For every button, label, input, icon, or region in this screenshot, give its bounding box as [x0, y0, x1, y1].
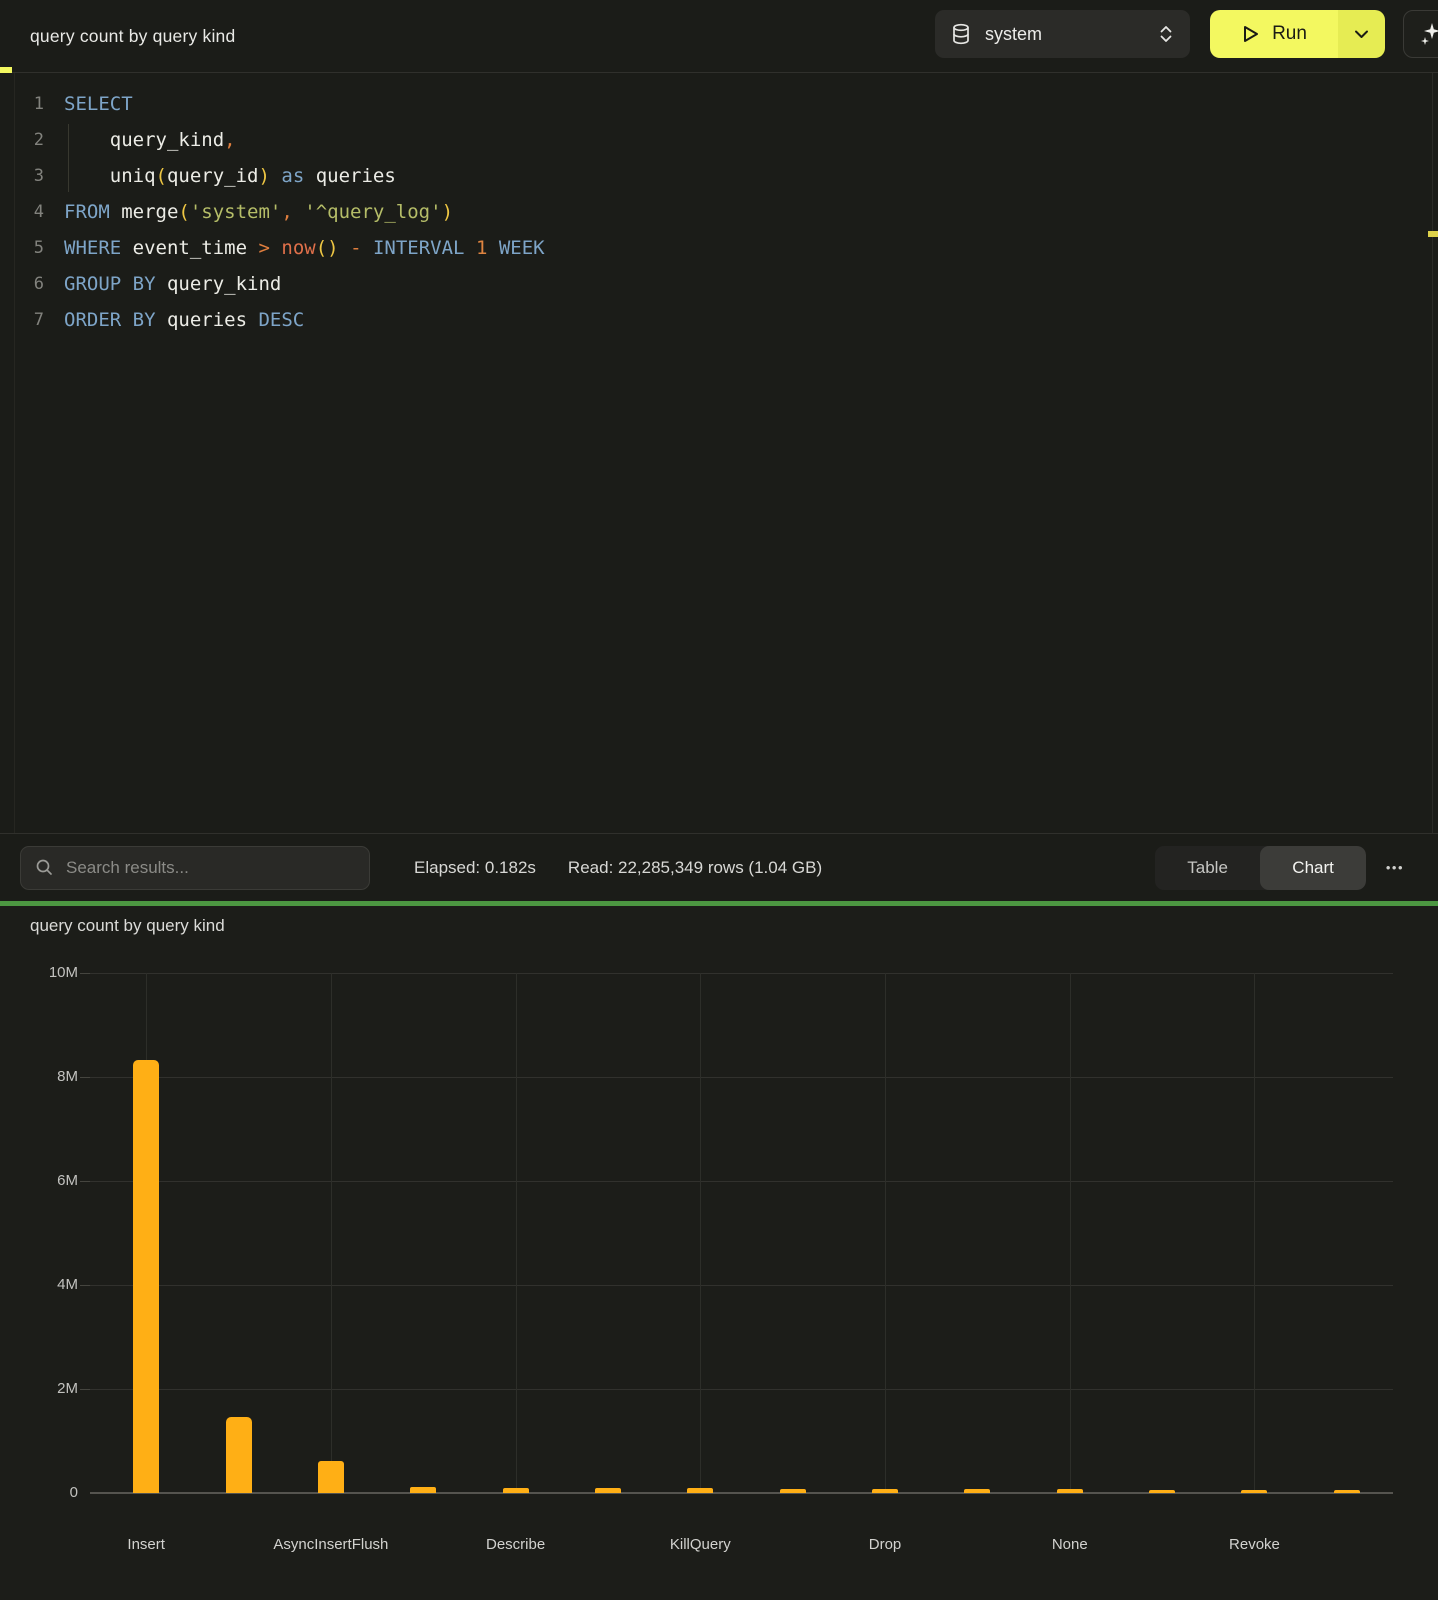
y-axis-label: 0	[0, 1484, 78, 1501]
code-line[interactable]: 6GROUP BY query_kind	[0, 266, 1438, 302]
x-axis-label: KillQuery	[615, 1536, 785, 1553]
code-line-text: FROM merge('system', '^query_log')	[44, 194, 453, 230]
run-button-main[interactable]: Run	[1210, 10, 1338, 58]
y-tick	[80, 973, 90, 974]
chart-title: query count by query kind	[30, 916, 225, 936]
bar-unlabeled[interactable]	[1149, 1490, 1175, 1493]
code-line-text: SELECT	[44, 86, 133, 122]
x-gridline	[1070, 973, 1071, 1493]
read-stat: Read: 22,285,349 rows (1.04 GB)	[568, 858, 822, 878]
bar-unlabeled[interactable]	[1334, 1490, 1360, 1493]
line-number: 7	[0, 302, 44, 338]
bar-Insert[interactable]	[133, 1060, 159, 1493]
bar-unlabeled[interactable]	[410, 1487, 436, 1493]
y-tick	[80, 1389, 90, 1390]
run-options-button[interactable]	[1338, 10, 1385, 58]
bar-Describe[interactable]	[503, 1488, 529, 1493]
code-line-text: query_kind,	[44, 122, 236, 158]
y-axis-label: 6M	[0, 1172, 78, 1189]
x-gridline	[885, 973, 886, 1493]
bar-None[interactable]	[1057, 1489, 1083, 1493]
x-axis-label: None	[985, 1536, 1155, 1553]
play-icon	[1241, 24, 1260, 44]
line-number: 4	[0, 194, 44, 230]
tab-chart[interactable]: Chart	[1260, 846, 1366, 890]
code-line[interactable]: 5WHERE event_time > now() - INTERVAL 1 W…	[0, 230, 1438, 266]
x-axis-label: AsyncInsertFlush	[246, 1536, 416, 1553]
y-gridline	[90, 1077, 1393, 1078]
x-axis-label: Revoke	[1169, 1536, 1339, 1553]
indent-guide	[68, 124, 69, 192]
code-line[interactable]: 1SELECT	[0, 86, 1438, 122]
bar-Revoke[interactable]	[1241, 1490, 1267, 1493]
active-tab-accent	[0, 67, 12, 73]
code-line[interactable]: 3 uniq(query_id) as queries	[0, 158, 1438, 194]
bar-unlabeled[interactable]	[964, 1489, 990, 1493]
x-axis-line	[90, 1492, 1393, 1494]
search-results-input[interactable]	[66, 858, 355, 878]
y-tick	[80, 1285, 90, 1286]
run-button-label: Run	[1272, 23, 1307, 45]
y-axis-label: 4M	[0, 1276, 78, 1293]
top-bar: query count by query kind system Run	[0, 0, 1438, 73]
line-number: 1	[0, 86, 44, 122]
code-lines: 1SELECT2 query_kind,3 uniq(query_id) as …	[0, 86, 1438, 338]
search-results-box[interactable]	[20, 846, 370, 890]
x-axis-label: Describe	[431, 1536, 601, 1553]
y-tick	[80, 1181, 90, 1182]
y-gridline	[90, 973, 1393, 974]
bar-unlabeled[interactable]	[595, 1488, 621, 1493]
run-button[interactable]: Run	[1210, 10, 1385, 58]
code-line-text: ORDER BY queries DESC	[44, 302, 304, 338]
line-number: 6	[0, 266, 44, 302]
sparkle-icon	[1418, 21, 1438, 47]
database-icon	[951, 23, 971, 45]
x-gridline	[700, 973, 701, 1493]
more-options-icon[interactable]: •••	[1386, 860, 1404, 875]
x-axis-label: Drop	[800, 1536, 970, 1553]
results-toolbar: Elapsed: 0.182s Read: 22,285,349 rows (1…	[0, 833, 1438, 901]
code-line[interactable]: 7ORDER BY queries DESC	[0, 302, 1438, 338]
chart-panel: query count by query kind 10M 8M 6M 4M 2M 0 In…	[0, 906, 1438, 1600]
sql-editor[interactable]: 1SELECT2 query_kind,3 uniq(query_id) as …	[0, 73, 1438, 833]
line-number: 2	[0, 122, 44, 158]
query-title: query count by query kind	[30, 0, 235, 72]
bar-unlabeled[interactable]	[780, 1489, 806, 1493]
bar-AsyncInsertFlush[interactable]	[318, 1461, 344, 1493]
editor-left-border	[14, 73, 15, 833]
search-icon	[35, 858, 54, 877]
bar-unlabeled[interactable]	[226, 1417, 252, 1493]
y-gridline	[90, 1389, 1393, 1390]
code-line[interactable]: 4FROM merge('system', '^query_log')	[0, 194, 1438, 230]
y-axis-label: 2M	[0, 1380, 78, 1397]
ai-assist-button[interactable]	[1403, 10, 1438, 58]
chevron-down-icon	[1354, 30, 1369, 39]
y-gridline	[90, 1181, 1393, 1182]
y-tick	[80, 1077, 90, 1078]
code-line-text: uniq(query_id) as queries	[44, 158, 396, 194]
y-gridline	[90, 1285, 1393, 1286]
y-axis-label: 8M	[0, 1068, 78, 1085]
line-number: 3	[0, 158, 44, 194]
x-gridline	[1254, 973, 1255, 1493]
view-toggle: Table Chart	[1155, 846, 1366, 890]
chevron-up-down-icon	[1158, 23, 1174, 45]
x-gridline	[331, 973, 332, 1493]
bar-Drop[interactable]	[872, 1489, 898, 1493]
elapsed-stat: Elapsed: 0.182s	[414, 858, 536, 878]
code-line-text: WHERE event_time > now() - INTERVAL 1 WE…	[44, 230, 545, 266]
code-line-text: GROUP BY query_kind	[44, 266, 281, 302]
x-axis-label: Insert	[61, 1536, 231, 1553]
y-axis-label: 10M	[0, 964, 78, 981]
database-selector-value: system	[985, 24, 1158, 45]
line-number: 5	[0, 230, 44, 266]
bar-KillQuery[interactable]	[687, 1488, 713, 1493]
code-line[interactable]: 2 query_kind,	[0, 122, 1438, 158]
x-gridline	[516, 973, 517, 1493]
tab-table[interactable]: Table	[1155, 846, 1261, 890]
overview-ruler-marker	[1428, 231, 1438, 237]
database-selector[interactable]: system	[935, 10, 1190, 58]
